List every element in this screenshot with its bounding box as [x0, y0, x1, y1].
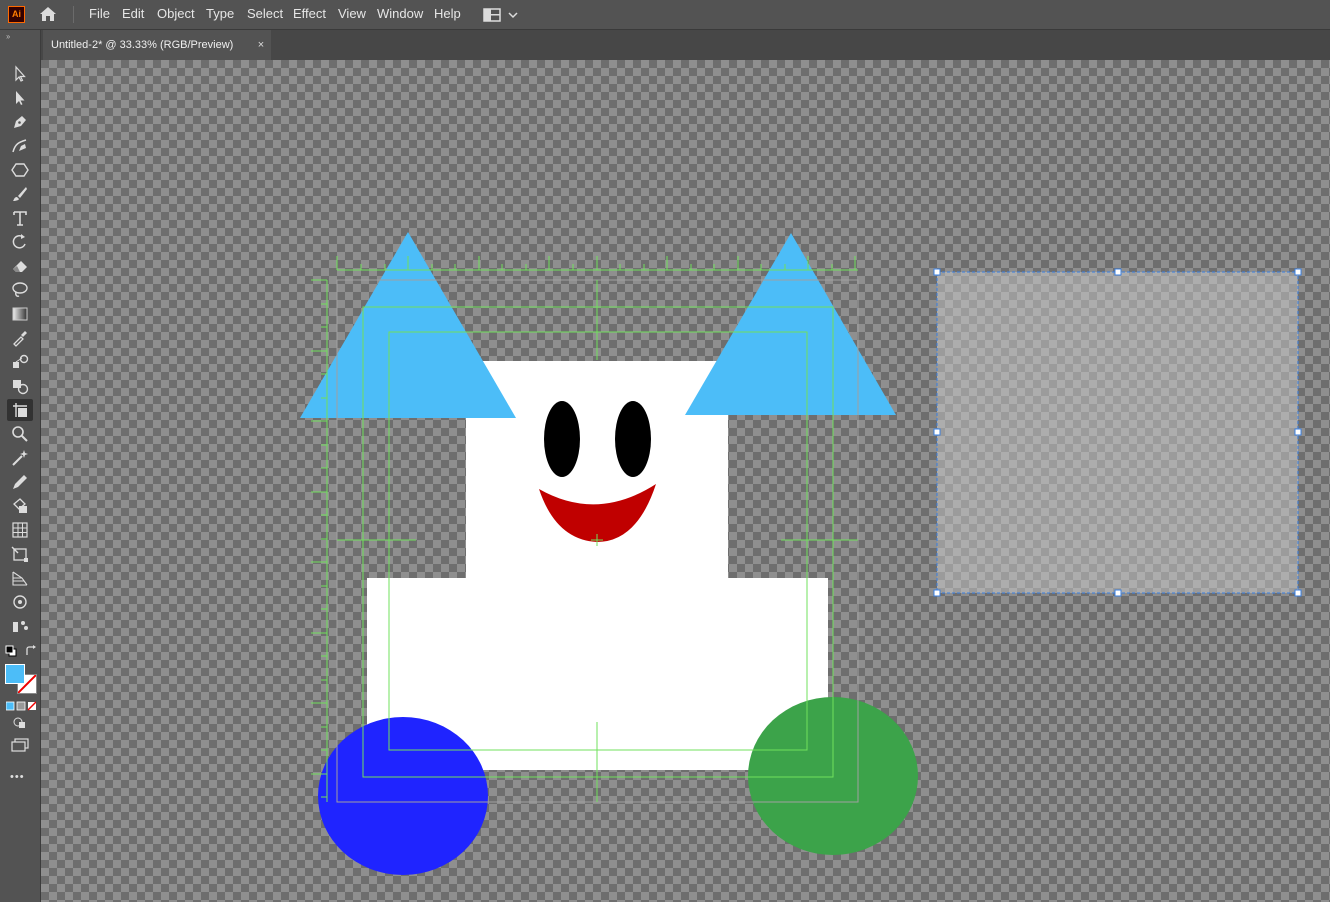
puppet-warp-tool-icon[interactable] — [7, 591, 33, 613]
pencil-tool-icon[interactable] — [7, 471, 33, 493]
curvature-tool-icon[interactable] — [7, 135, 33, 157]
type-tool-icon[interactable] — [7, 207, 33, 229]
menu-select[interactable]: Select — [242, 0, 288, 29]
polygon-tool-icon[interactable] — [7, 159, 33, 181]
canvas[interactable] — [41, 60, 1330, 902]
menu-effect[interactable]: Effect — [288, 0, 331, 29]
symbol-sprayer-tool-icon[interactable] — [7, 615, 33, 637]
right-eye[interactable] — [615, 401, 651, 477]
document-tab-title: Untitled-2* @ 33.33% (RGB/Preview) — [51, 39, 234, 51]
more-tools-icon[interactable]: ••• — [10, 771, 25, 783]
menu-window[interactable]: Window — [372, 0, 428, 29]
magic-wand-tool-icon[interactable] — [7, 447, 33, 469]
menu-bar: Ai File Edit Object Type Select Effect V… — [0, 0, 1330, 30]
screen-mode-icon[interactable] — [10, 738, 30, 752]
mesh-tool-icon[interactable] — [7, 519, 33, 541]
lasso-tool-icon[interactable] — [7, 279, 33, 301]
rotate-tool-icon[interactable] — [7, 231, 33, 253]
right-ear-triangle[interactable] — [685, 233, 896, 415]
menu-separator — [73, 6, 74, 23]
document-tab[interactable]: Untitled-2* @ 33.33% (RGB/Preview) — [43, 30, 271, 60]
swap-colors-icon[interactable] — [25, 644, 37, 656]
app-logo: Ai — [8, 6, 25, 23]
menu-help[interactable]: Help — [429, 0, 466, 29]
tools-panel: ›› ••• — [0, 30, 41, 902]
color-mode-buttons[interactable] — [5, 698, 37, 711]
chevron-down-icon — [508, 12, 518, 19]
eyedropper-tool-icon[interactable] — [7, 327, 33, 349]
menu-edit[interactable]: Edit — [117, 0, 149, 29]
pen-tool-icon[interactable] — [7, 111, 33, 133]
selection-tool-icon[interactable] — [7, 63, 33, 85]
workspace-icon — [483, 8, 501, 22]
artboard-tool-icon[interactable] — [7, 399, 33, 421]
shape-builder-tool-icon[interactable] — [7, 375, 33, 397]
drawing-modes-icon[interactable] — [12, 716, 28, 730]
selected-rectangle[interactable] — [933, 268, 1302, 597]
menu-object[interactable]: Object — [152, 0, 200, 29]
head-rectangle[interactable] — [466, 361, 728, 581]
blend-tool-icon[interactable] — [7, 351, 33, 373]
document-tab-bar: Untitled-2* @ 33.33% (RGB/Preview) × — [41, 30, 1330, 60]
perspective-grid-tool-icon[interactable] — [7, 567, 33, 589]
close-icon[interactable]: × — [255, 30, 267, 60]
fill-swatch[interactable] — [5, 664, 25, 684]
home-icon[interactable] — [38, 5, 58, 23]
gradient-tool-icon[interactable] — [7, 303, 33, 325]
left-wheel[interactable] — [318, 717, 488, 875]
paintbrush-tool-icon[interactable] — [7, 183, 33, 205]
live-paint-tool-icon[interactable] — [7, 495, 33, 517]
direct-selection-tool-icon[interactable] — [7, 87, 33, 109]
left-eye[interactable] — [544, 401, 580, 477]
menu-type[interactable]: Type — [201, 0, 239, 29]
default-colors-icon[interactable] — [5, 644, 17, 657]
workspace-switcher[interactable] — [482, 6, 522, 24]
zoom-tool-icon[interactable] — [7, 423, 33, 445]
eraser-tool-icon[interactable] — [7, 255, 33, 277]
artwork — [300, 232, 1302, 875]
free-transform-tool-icon[interactable] — [7, 543, 33, 565]
menu-file[interactable]: File — [84, 0, 115, 29]
panel-collapse-icon[interactable]: ›› — [6, 32, 10, 41]
left-ruler-guide — [311, 279, 328, 802]
menu-view[interactable]: View — [333, 0, 371, 29]
